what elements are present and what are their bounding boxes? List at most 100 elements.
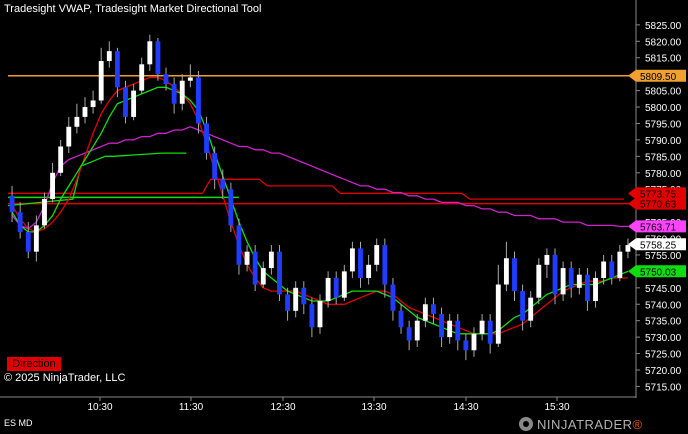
candle-body (479, 320, 485, 334)
candle-body (552, 254, 558, 295)
copyright-text: © 2025 NinjaTrader, LLC (4, 372, 126, 384)
candle-body (487, 320, 493, 344)
y-tick-label: 5785.00 (645, 152, 682, 163)
price-tag-label: 5763.71 (640, 222, 677, 233)
candle-body (528, 297, 534, 321)
y-tick-label: 5715.00 (645, 382, 682, 393)
candle-body (260, 268, 266, 285)
y-tick-label: 5805.00 (645, 87, 682, 98)
candle-body (252, 251, 258, 285)
candle-body (131, 90, 137, 117)
vwap-line (11, 126, 628, 230)
candle-body (220, 179, 226, 190)
candle-body (82, 107, 88, 117)
candle-body (98, 61, 104, 101)
candle-body (447, 320, 453, 338)
candle-body (358, 248, 363, 278)
y-tick-label: 5720.00 (645, 366, 682, 377)
candle-body (74, 116, 80, 127)
candle-body (187, 77, 193, 81)
candle-body (25, 231, 31, 252)
candle-body (236, 225, 242, 265)
candle-body (349, 248, 355, 272)
candle-body (285, 294, 291, 311)
y-tick-label: 5815.00 (645, 54, 682, 65)
y-tick-label: 5735.00 (645, 317, 682, 328)
price-tag-red-lower: 5770.63 (628, 197, 686, 211)
y-tick-label: 5790.00 (645, 136, 682, 147)
x-tick-label: 13:30 (361, 402, 386, 413)
candle-body (439, 314, 444, 338)
candle-body (228, 189, 234, 226)
candle-body (114, 51, 120, 88)
candle-body (341, 271, 347, 298)
candle-body (471, 333, 477, 351)
x-tick-label: 10:30 (87, 402, 112, 413)
candle-body (155, 41, 161, 75)
instrument-label: ES MD (4, 418, 33, 428)
candle-body (9, 195, 15, 213)
candle-body (503, 258, 509, 285)
candle-body (196, 77, 201, 124)
y-tick-label: 5730.00 (645, 333, 682, 344)
price-tag-green: 5750.03 (628, 265, 686, 278)
red-step-line (8, 178, 624, 200)
candle-body (333, 277, 339, 298)
logo-text: NINJATRADER® (537, 416, 643, 432)
candle-body (17, 212, 23, 232)
candle-body (593, 277, 598, 301)
candle-body (609, 261, 615, 278)
candle-body (309, 304, 315, 328)
y-tick-label: 5745.00 (645, 284, 682, 295)
price-tag-label: 5758.25 (640, 240, 677, 251)
price-tag-label: 5809.50 (640, 72, 677, 83)
y-tick-label: 5755.00 (645, 251, 682, 262)
candle-body (58, 146, 64, 173)
y-tick-label: 5795.00 (645, 119, 682, 130)
x-tick-label: 11:30 (179, 402, 204, 413)
candle-body (422, 304, 428, 321)
chart-canvas: 5715.00 5720.00 5725.00 5730.00 5735.00 5740.… (0, 0, 686, 413)
candle-body (277, 251, 282, 295)
x-tick-label: 14:30 (453, 402, 478, 413)
candle-body (123, 87, 128, 117)
candle-body (390, 284, 396, 311)
candle-body (414, 320, 420, 341)
candle-body (293, 287, 299, 311)
candle-body (374, 245, 380, 265)
x-tick-label: 15:30 (544, 402, 569, 413)
candle-body (560, 268, 566, 295)
candle-body (366, 264, 372, 278)
y-tick-label: 5780.00 (645, 169, 682, 180)
candle-body (33, 225, 39, 252)
candle-body (512, 258, 517, 292)
chart-title: Tradesight VWAP, Tradesight Market Direc… (4, 3, 262, 15)
candle-body (106, 51, 112, 62)
candle-body (301, 287, 307, 305)
candle-body (90, 100, 96, 108)
price-tag-label: 5750.03 (640, 267, 677, 278)
candle-body (520, 291, 526, 321)
candle-body (463, 340, 469, 351)
candle-body (576, 274, 582, 288)
y-tick-label: 5820.00 (645, 37, 682, 48)
y-tick-label: 5740.00 (645, 300, 682, 311)
candle-body (568, 268, 574, 288)
direction-button[interactable]: Direction (7, 357, 61, 371)
price-tag-orange: 5809.50 (628, 69, 686, 83)
y-tick-label: 5725.00 (645, 350, 682, 361)
candle-body (268, 251, 274, 269)
candle-body (625, 245, 631, 252)
candle-body (66, 126, 72, 147)
candle-body (147, 41, 153, 65)
candle-body (179, 80, 185, 104)
x-tick-label: 12:30 (270, 402, 295, 413)
price-tag-vwap: 5763.71 (628, 220, 686, 233)
candle-body (244, 251, 250, 265)
candle-body (406, 327, 412, 341)
candle-body (601, 261, 607, 278)
y-tick-label: 5825.00 (645, 21, 682, 32)
candle-body (544, 254, 550, 265)
candle-body (495, 284, 501, 344)
candle-body (171, 84, 177, 104)
